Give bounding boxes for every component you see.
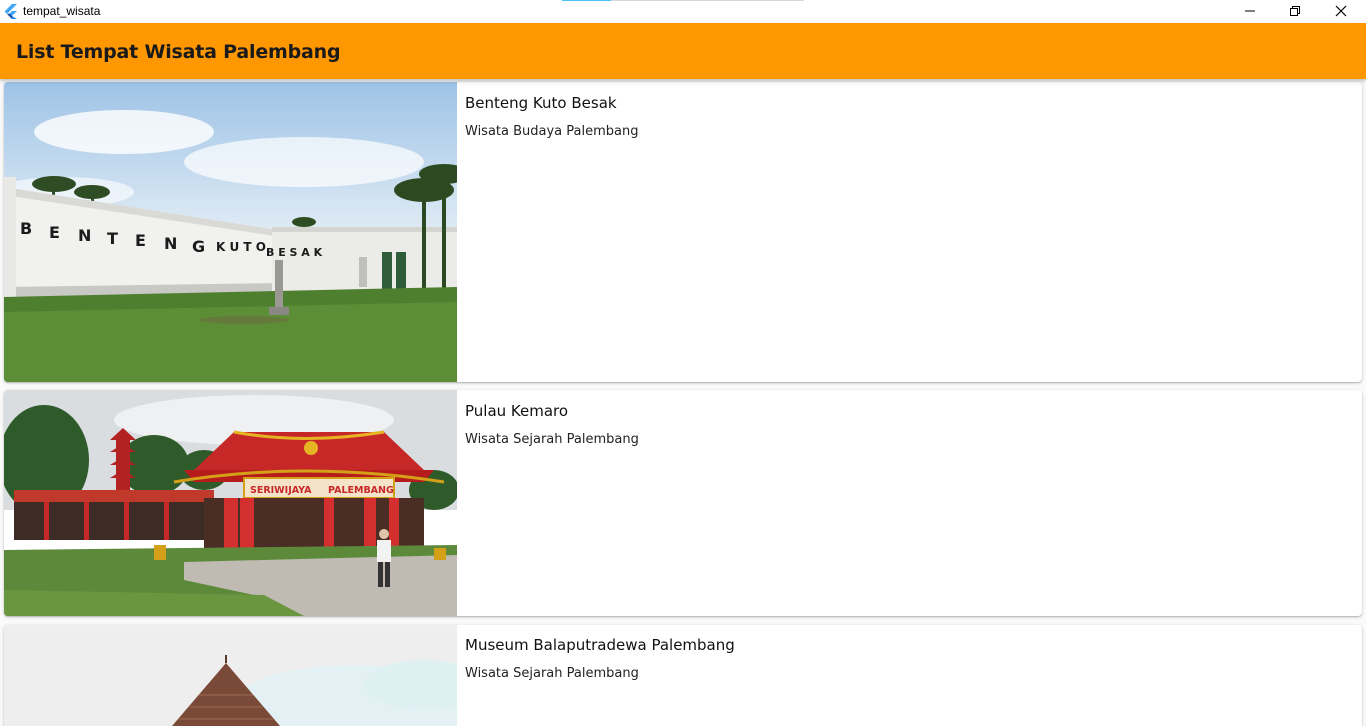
place-card-benteng-kuto-besak[interactable]: BEN TEN G K U T O B E S A K Benteng Kuto…	[4, 82, 1362, 382]
close-icon	[1335, 5, 1347, 17]
window-title: tempat_wisata	[23, 4, 101, 18]
pulau-kemaro-photo: SERIWIJAYA PALEMBANG	[4, 390, 457, 616]
page-title: List Tempat Wisata Palembang	[16, 41, 341, 63]
place-image	[4, 625, 457, 726]
svg-text:G: G	[192, 237, 205, 256]
place-card-pulau-kemaro[interactable]: SERIWIJAYA PALEMBANG Pulau Kemaro Wisata…	[4, 390, 1362, 616]
restore-button[interactable]	[1272, 0, 1318, 22]
svg-text:B: B	[20, 219, 32, 238]
place-category: Wisata Sejarah Palembang	[465, 666, 639, 681]
restore-icon	[1290, 6, 1300, 16]
svg-text:N: N	[78, 226, 91, 245]
place-category: Wisata Budaya Palembang	[465, 124, 639, 139]
svg-text:K U T O: K U T O	[216, 240, 266, 254]
place-text: Pulau Kemaro Wisata Sejarah Palembang	[465, 401, 639, 449]
svg-text:E: E	[49, 223, 60, 242]
window-titlebar: tempat_wisata	[0, 0, 1366, 23]
app-bar: List Tempat Wisata Palembang	[0, 23, 1366, 79]
svg-text:E: E	[135, 231, 146, 250]
place-name: Pulau Kemaro	[465, 402, 569, 420]
place-list[interactable]: BEN TEN G K U T O B E S A K Benteng Kuto…	[0, 79, 1366, 726]
window-drag-indicator-active	[562, 0, 611, 1]
svg-text:N: N	[164, 234, 177, 253]
place-image: SERIWIJAYA PALEMBANG	[4, 390, 457, 616]
place-text: Benteng Kuto Besak Wisata Budaya Palemba…	[465, 93, 639, 141]
place-category: Wisata Sejarah Palembang	[465, 432, 639, 447]
place-name: Museum Balaputradewa Palembang	[465, 636, 735, 654]
place-image: BEN TEN G K U T O B E S A K	[4, 82, 457, 382]
place-text: Museum Balaputradewa Palembang Wisata Se…	[465, 635, 735, 683]
close-button[interactable]	[1318, 0, 1364, 22]
minimize-icon	[1245, 10, 1255, 12]
minimize-button[interactable]	[1227, 0, 1273, 22]
svg-text:T: T	[107, 229, 118, 248]
place-name: Benteng Kuto Besak	[465, 94, 617, 112]
svg-text:SERIWIJAYA: SERIWIJAYA	[250, 485, 312, 496]
svg-text:PALEMBANG: PALEMBANG	[328, 485, 394, 496]
svg-text:B E S A K: B E S A K	[266, 246, 323, 259]
benteng-kuto-besak-photo: BEN TEN G K U T O B E S A K	[4, 82, 457, 382]
place-card-museum-balaputradewa[interactable]: Museum Balaputradewa Palembang Wisata Se…	[4, 625, 1362, 726]
flutter-logo-icon	[4, 4, 17, 19]
museum-balaputradewa-photo	[4, 625, 457, 726]
